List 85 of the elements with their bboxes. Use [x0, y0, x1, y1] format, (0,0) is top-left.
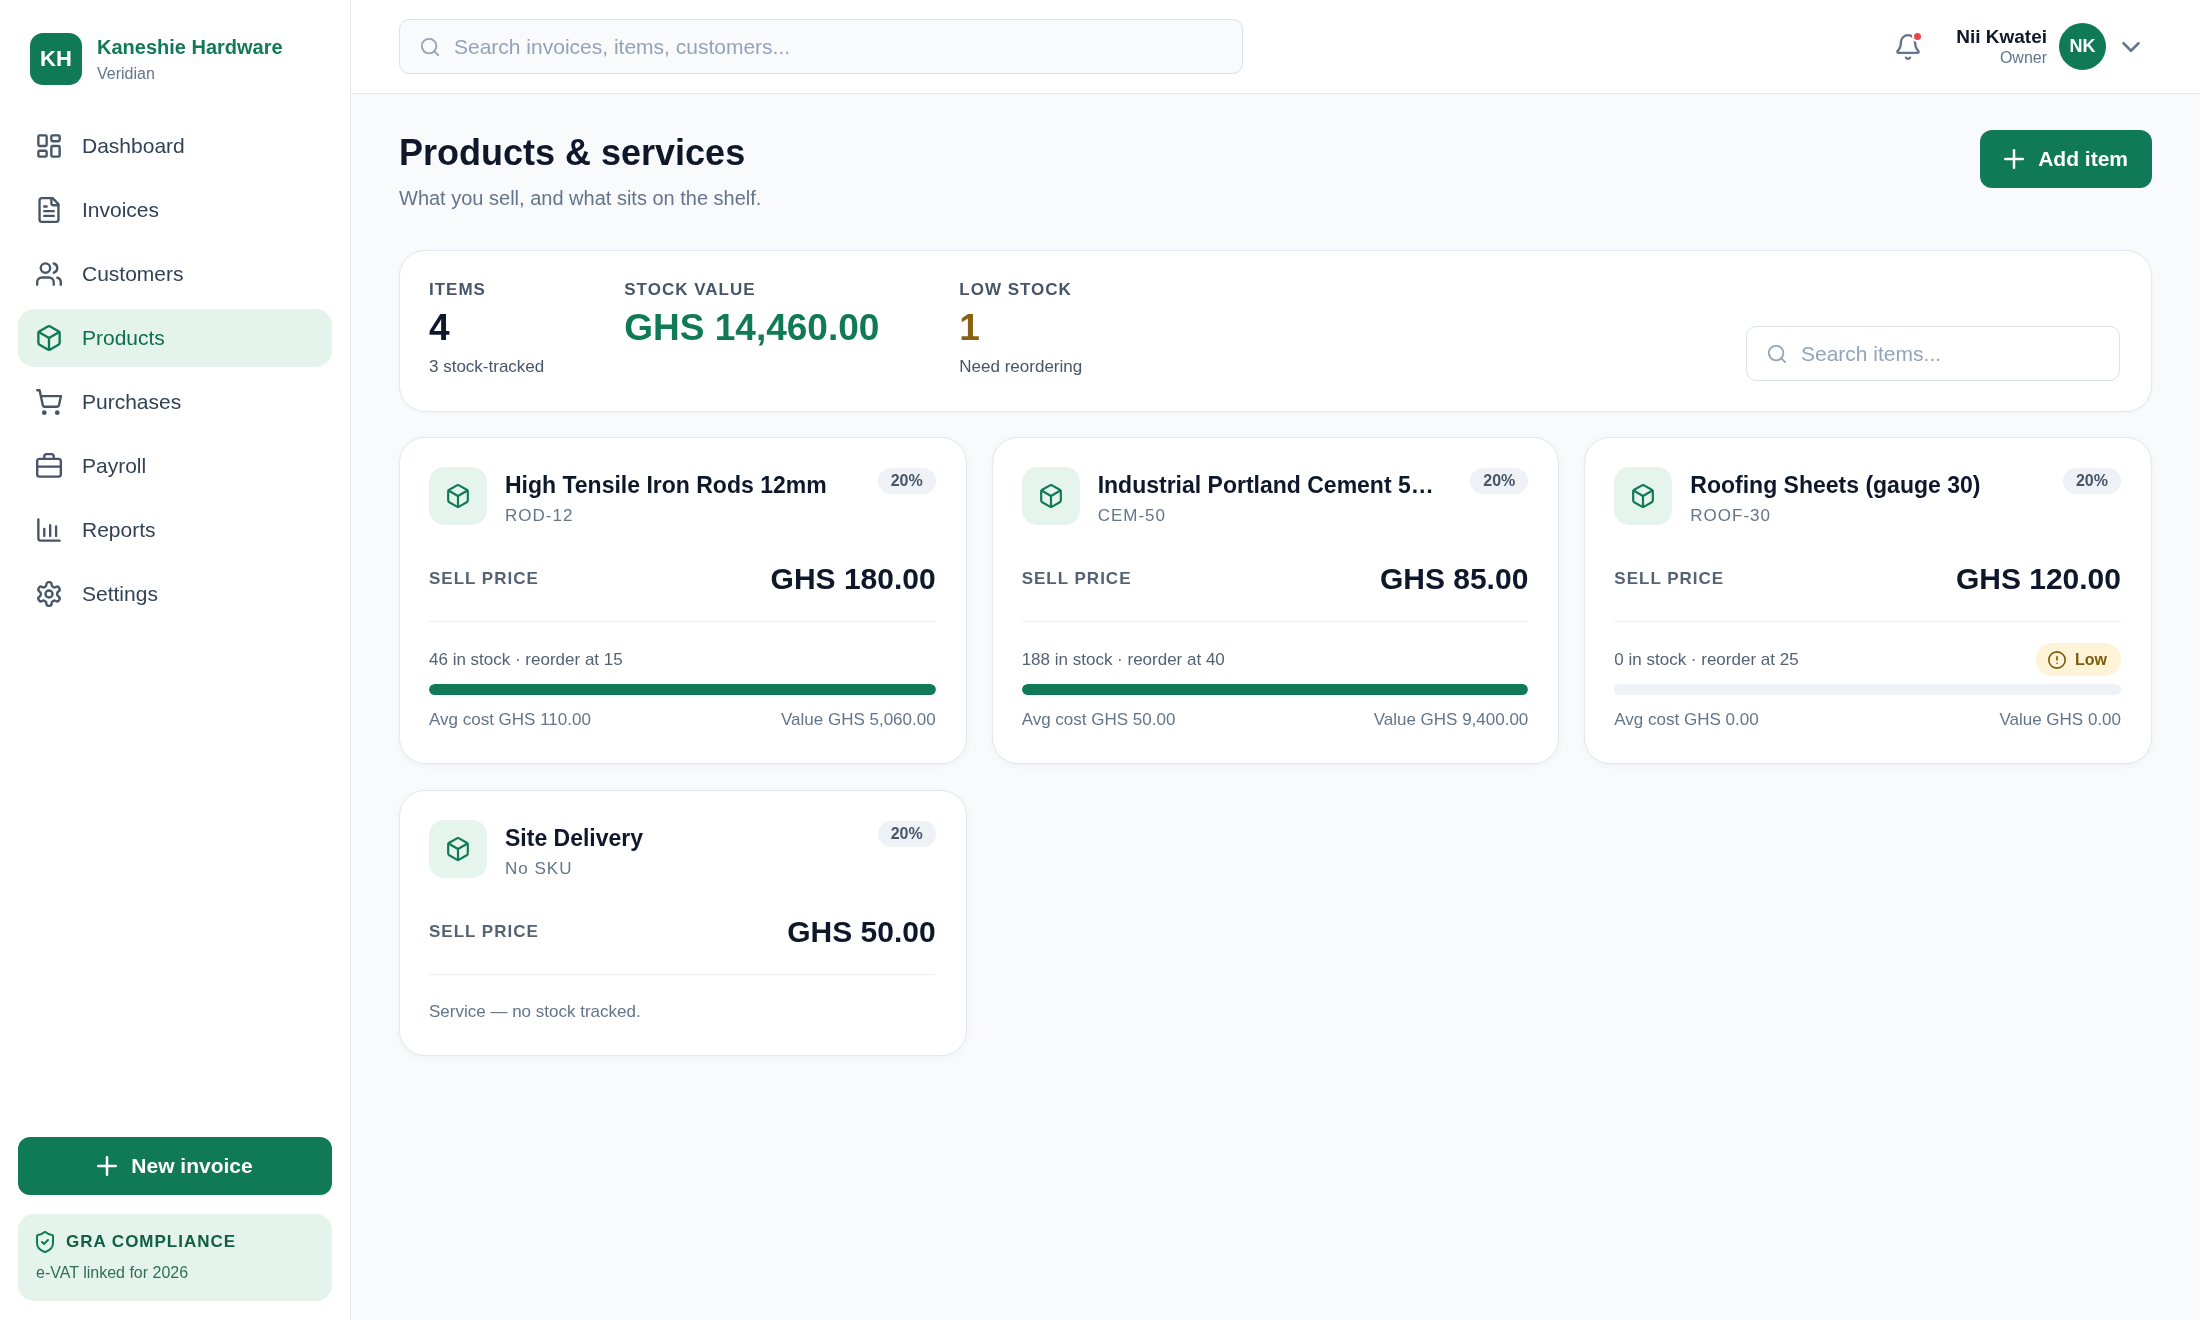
nav-item[interactable]: Products — [18, 309, 332, 367]
shield-check-icon — [36, 1231, 54, 1253]
grid-icon — [36, 133, 62, 159]
bell-icon[interactable] — [1896, 33, 1921, 60]
sell-price-label: SELL PRICE — [429, 922, 539, 942]
product-name: Site Delivery — [505, 824, 645, 853]
sell-price-label: SELL PRICE — [429, 569, 539, 589]
product-sku: CEM-50 — [1097, 505, 1167, 527]
briefcase-icon — [36, 453, 62, 479]
product-name: Industrial Portland Cement 5… — [1097, 471, 1435, 500]
product-name: High Tensile Iron Rods 12mm — [505, 471, 828, 500]
sell-price: GHS 120.00 — [1955, 561, 2121, 597]
chevron-down-icon — [2122, 41, 2140, 52]
user-role: Owner — [1999, 48, 2047, 67]
user-name: Nii Kwatei — [1956, 26, 2047, 48]
stat-value: 4 — [429, 307, 451, 349]
item-search-field[interactable]: Search items... — [1746, 326, 2120, 381]
stock-text: 188 in stock · reorder at 40 — [1021, 649, 1225, 671]
stock-value-text: Value GHS 0.00 — [1999, 709, 2121, 731]
stat-value: 1 — [959, 307, 981, 349]
avg-cost-text: Avg cost GHS 50.00 — [1021, 709, 1176, 731]
low-stock-label: Low — [2075, 650, 2107, 669]
product-card[interactable]: Roofing Sheets (gauge 30) ROOF-30 20% SELL PRICE GHS 120.00 0 in stock · reorder at 25 Low Avg cost GHS 0.00 Value GHS 0.00 — [1584, 437, 2152, 764]
cube-icon — [36, 325, 62, 351]
nav-item[interactable]: Customers — [18, 245, 332, 303]
page-subtitle: What you sell, and what sits on the shelf. — [399, 186, 762, 211]
product-card[interactable]: Industrial Portland Cement 5… CEM-50 20% SELL PRICE GHS 85.00 188 in stock · reorder at 40 Avg cost GHS 50.00 Value GHS 9,400.00 — [991, 437, 1560, 764]
stat-note: 3 stock-tracked — [429, 356, 545, 378]
brand-name: Kaneshie Hardware — [97, 34, 283, 59]
avg-cost-text: Avg cost GHS 110.00 — [429, 709, 591, 731]
bar-chart-icon — [36, 517, 62, 543]
document-icon — [36, 197, 62, 223]
stock-text: 46 in stock · reorder at 15 — [429, 649, 623, 671]
tax-rate-badge: 20% — [2062, 468, 2121, 494]
add-item-button[interactable]: Add item — [1980, 130, 2152, 188]
product-sku: ROD-12 — [505, 505, 575, 527]
avg-cost-text: Avg cost GHS 0.00 — [1614, 709, 1759, 731]
stock-value-text: Value GHS 5,060.00 — [780, 709, 936, 731]
search-icon — [420, 36, 440, 57]
plus-icon — [97, 1156, 118, 1176]
product-name: Roofing Sheets (gauge 30) — [1690, 471, 1982, 500]
cube-icon — [1021, 467, 1080, 525]
alert-icon — [2048, 650, 2066, 669]
product-sku: ROOF-30 — [1690, 505, 1772, 527]
stat-label: ITEMS — [429, 280, 487, 300]
stat-value: GHS 14,460.00 — [624, 307, 880, 349]
nav-item[interactable]: Dashboard — [18, 117, 332, 175]
people-icon — [36, 261, 62, 287]
product-card[interactable]: High Tensile Iron Rods 12mm ROD-12 20% SELL PRICE GHS 180.00 46 in stock · reorder at 15 Avg cost GHS 110.00 Value GHS 5,060.00 — [399, 437, 967, 764]
plus-icon — [2004, 149, 2025, 169]
gear-icon — [36, 581, 62, 607]
item-search-input[interactable]: Search items... — [1801, 327, 2119, 380]
sell-price: GHS 50.00 — [787, 914, 936, 950]
sell-price: GHS 85.00 — [1379, 561, 1529, 597]
cart-icon — [36, 389, 62, 415]
brand-subtitle: Veridian — [97, 63, 156, 84]
nav-item[interactable]: Invoices — [18, 181, 332, 239]
compliance-title: GRA COMPLIANCE — [66, 1232, 237, 1252]
user-avatar[interactable]: NK — [2059, 23, 2106, 70]
product-card[interactable]: Site Delivery No SKU 20% SELL PRICE GHS 50.00 Service — no stock tracked. — [399, 790, 967, 1056]
stat-label: STOCK VALUE — [624, 280, 757, 300]
stock-value-text: Value GHS 9,400.00 — [1373, 709, 1529, 731]
page-title: Products & services — [399, 131, 747, 175]
stat-note: Need reordering — [959, 356, 1083, 378]
compliance-note: e-VAT linked for 2026 — [36, 1264, 190, 1282]
cube-icon — [1614, 467, 1673, 525]
nav-item[interactable]: Reports — [18, 501, 332, 559]
tax-rate-badge: 20% — [1470, 468, 1529, 494]
cube-icon — [429, 467, 487, 525]
stat-label: LOW STOCK — [959, 280, 1073, 300]
brand-logo: KH — [30, 33, 82, 85]
search-icon — [1767, 343, 1787, 364]
tax-rate-badge: 20% — [877, 468, 936, 494]
product-sku: No SKU — [505, 858, 574, 880]
nav-item[interactable]: Purchases — [18, 373, 332, 431]
sell-price-label: SELL PRICE — [1614, 569, 1725, 589]
service-note: Service — no stock tracked. — [429, 1001, 642, 1023]
new-invoice-button[interactable]: New invoice — [18, 1137, 332, 1195]
nav-item[interactable]: Payroll — [18, 437, 332, 495]
sell-price: GHS 180.00 — [770, 561, 936, 597]
sell-price-label: SELL PRICE — [1021, 569, 1132, 589]
nav-item[interactable]: Settings — [18, 565, 332, 623]
tax-rate-badge: 20% — [877, 821, 936, 847]
stock-text: 0 in stock · reorder at 25 — [1614, 649, 1799, 671]
cube-icon — [429, 820, 487, 878]
